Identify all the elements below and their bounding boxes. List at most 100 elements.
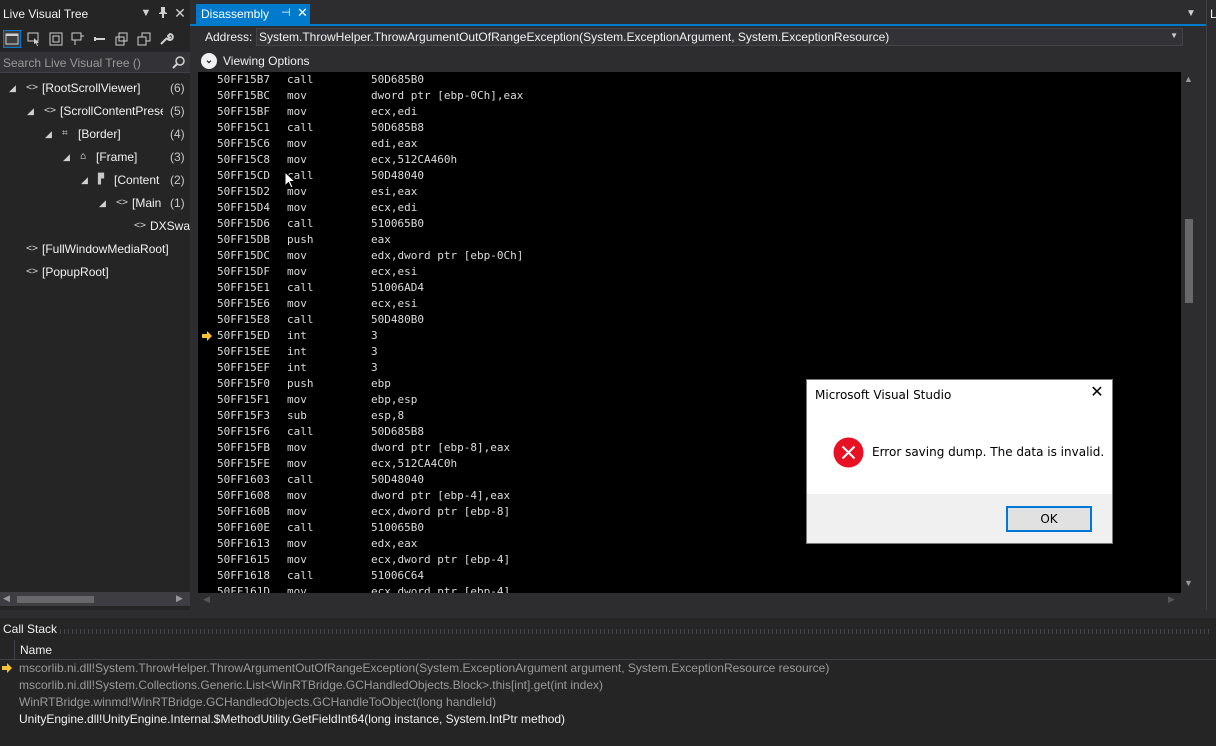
- collapsed-side-panel[interactable]: L: [1206, 0, 1216, 610]
- address-combobox[interactable]: System.ThrowHelper.ThrowArgumentOutOfRan…: [256, 28, 1183, 46]
- instruction-operands: edx,dword ptr [ebp-0Ch]: [371, 249, 524, 262]
- tree-node-label: [Main: [132, 196, 162, 210]
- tree-node-label: [PopupRoot]: [42, 265, 109, 279]
- call-stack-frame[interactable]: UnityEngine.dll!UnityEngine.Internal.$Me…: [0, 711, 1216, 728]
- instruction-operands: edx,eax: [371, 537, 418, 550]
- instruction-mnemonic: call: [287, 569, 314, 582]
- instruction-address: 50FF1613: [217, 537, 270, 550]
- instruction-operands: 50D48040: [371, 473, 424, 486]
- tree-node-scroll-content-presenter[interactable]: ◢ <> [ScrollContentPrese (5): [0, 101, 190, 121]
- call-stack-frame[interactable]: WinRTBridge.winmd!WinRTBridge.GCHandledO…: [0, 694, 1216, 711]
- close-tab-icon[interactable]: ✕: [297, 5, 308, 21]
- instruction-address: 50FF160E: [217, 521, 270, 534]
- tab-list-dropdown-icon[interactable]: ▼: [1186, 8, 1196, 19]
- collapse-icon[interactable]: [92, 31, 108, 47]
- border-element-icon: ⌗: [62, 128, 68, 139]
- pointer-select-icon[interactable]: [26, 31, 42, 47]
- show-properties-icon[interactable]: [136, 31, 152, 47]
- tree-node-frame[interactable]: ◢ ⌂ [Frame] (3): [0, 147, 190, 167]
- instruction-operands: dword ptr [ebp-4],eax: [371, 489, 511, 502]
- live-visual-tree-panel: Live Visual Tree ▼ ✕ Search Live Visual …: [0, 0, 190, 610]
- instruction-address: 50FF15BF: [217, 105, 270, 118]
- column-header-name[interactable]: Name: [20, 643, 52, 657]
- select-element-icon[interactable]: [3, 30, 21, 48]
- close-icon[interactable]: ✕: [173, 6, 187, 20]
- instruction-operands: esp,8: [371, 409, 405, 422]
- expanded-triangle-icon[interactable]: ◢: [9, 78, 19, 98]
- instruction-mnemonic: push: [287, 233, 314, 246]
- call-stack-frame[interactable]: mscorlib.ni.dll!System.ThrowHelper.Throw…: [0, 660, 1216, 677]
- current-frame-arrow-icon: [2, 663, 12, 673]
- instruction-operands: ebp: [371, 377, 391, 390]
- pin-icon[interactable]: [156, 6, 170, 20]
- element-icon: <>: [116, 197, 129, 208]
- visual-tree: ◢ <> [RootScrollViewer] (6) ◢ <> [Scroll…: [0, 78, 190, 588]
- scroll-right-icon[interactable]: ▶: [1168, 594, 1175, 605]
- scrollbar-thumb[interactable]: [1185, 219, 1193, 303]
- instruction-address: 50FF15B7: [217, 73, 270, 86]
- tree-horizontal-scrollbar[interactable]: ◀ ▶: [0, 592, 190, 606]
- viewing-options-bar[interactable]: ⌄ Viewing Options: [190, 50, 1206, 72]
- layout-adorner-icon[interactable]: [70, 31, 86, 47]
- address-label: Address:: [205, 30, 253, 44]
- tab-disassembly[interactable]: Disassembly ⊣ ✕: [196, 4, 310, 24]
- instruction-address: 50FF160B: [217, 505, 270, 518]
- instruction-address: 50FF15F6: [217, 425, 270, 438]
- instruction-address: 50FF1603: [217, 473, 270, 486]
- chevron-down-icon[interactable]: ▼: [139, 6, 153, 20]
- scroll-right-icon[interactable]: ▶: [176, 593, 183, 604]
- pin-tab-icon[interactable]: ⊣: [281, 6, 291, 19]
- tree-node-content[interactable]: ◢ ▛ [Content (2): [0, 170, 190, 190]
- instruction-operands: ebp,esp: [371, 393, 418, 406]
- search-icon[interactable]: [172, 55, 186, 69]
- close-icon[interactable]: ✕: [1088, 384, 1106, 402]
- tree-node-full-window-media-root[interactable]: <> [FullWindowMediaRoot]: [0, 239, 190, 259]
- code-vertical-scrollbar[interactable]: ▲ ▼: [1181, 72, 1197, 593]
- instruction-address: 50FF15EE: [217, 345, 270, 358]
- instruction-address: 50FF15EF: [217, 361, 270, 374]
- ok-button[interactable]: OK: [1006, 506, 1092, 532]
- tree-node-main[interactable]: ◢ <> [Main (1): [0, 193, 190, 213]
- tree-node-popup-root[interactable]: <> [PopupRoot]: [0, 262, 190, 282]
- expanded-triangle-icon[interactable]: ◢: [45, 124, 55, 144]
- expanded-triangle-icon[interactable]: ◢: [27, 101, 37, 121]
- wrench-icon[interactable]: [158, 31, 174, 47]
- expanded-triangle-icon[interactable]: ◢: [81, 170, 91, 190]
- tree-node-root-scroll-viewer[interactable]: ◢ <> [RootScrollViewer] (6): [0, 78, 190, 98]
- panel-title: Call Stack: [3, 622, 58, 636]
- search-input[interactable]: [3, 55, 168, 70]
- instruction-address: 50FF15F0: [217, 377, 270, 390]
- tree-node-label: [RootScrollViewer]: [42, 81, 141, 95]
- scroll-up-icon[interactable]: ▲: [1184, 74, 1193, 84]
- chevron-down-icon[interactable]: ▼: [1170, 31, 1178, 40]
- tree-node-border[interactable]: ◢ ⌗ [Border] (4): [0, 124, 190, 144]
- instruction-mnemonic: mov: [287, 457, 307, 470]
- expand-chevron-icon[interactable]: ⌄: [201, 53, 217, 69]
- dialog-body: Microsoft Visual Studio ✕ Error saving d…: [807, 380, 1112, 494]
- side-panel-label[interactable]: L: [1210, 7, 1216, 21]
- frame-name: mscorlib.ni.dll!System.ThrowHelper.Throw…: [19, 661, 830, 675]
- instruction-address: 50FF15F3: [217, 409, 270, 422]
- frame-name: WinRTBridge.winmd!WinRTBridge.GCHandledO…: [19, 695, 497, 709]
- instruction-operands: 51006C64: [371, 569, 424, 582]
- instruction-operands: ecx,dword ptr [ebp-4]: [371, 585, 511, 593]
- element-icon: <>: [44, 105, 57, 116]
- scroll-down-icon[interactable]: ▼: [1184, 578, 1193, 588]
- instruction-operands: dword ptr [ebp-0Ch],eax: [371, 89, 524, 102]
- scrollbar-thumb[interactable]: [17, 596, 94, 603]
- tree-toolbar: [0, 28, 190, 50]
- panel-grip: [60, 629, 1210, 634]
- tree-node-count: (5): [170, 104, 185, 118]
- scroll-left-icon[interactable]: ◀: [203, 594, 210, 605]
- viewing-options-label[interactable]: Viewing Options: [223, 54, 310, 68]
- track-focus-icon[interactable]: [114, 31, 130, 47]
- expanded-triangle-icon[interactable]: ◢: [99, 193, 109, 213]
- scroll-left-icon[interactable]: ◀: [3, 593, 10, 604]
- code-horizontal-scrollbar[interactable]: ◀ ▶: [198, 593, 1181, 607]
- address-value[interactable]: System.ThrowHelper.ThrowArgumentOutOfRan…: [259, 30, 889, 44]
- expanded-triangle-icon[interactable]: ◢: [63, 147, 73, 167]
- call-stack-frame[interactable]: mscorlib.ni.dll!System.Collections.Gener…: [0, 677, 1216, 694]
- tree-node-dxswap[interactable]: <> DXSwap: [0, 216, 190, 236]
- instruction-mnemonic: mov: [287, 505, 307, 518]
- adorner-icon[interactable]: [48, 31, 64, 47]
